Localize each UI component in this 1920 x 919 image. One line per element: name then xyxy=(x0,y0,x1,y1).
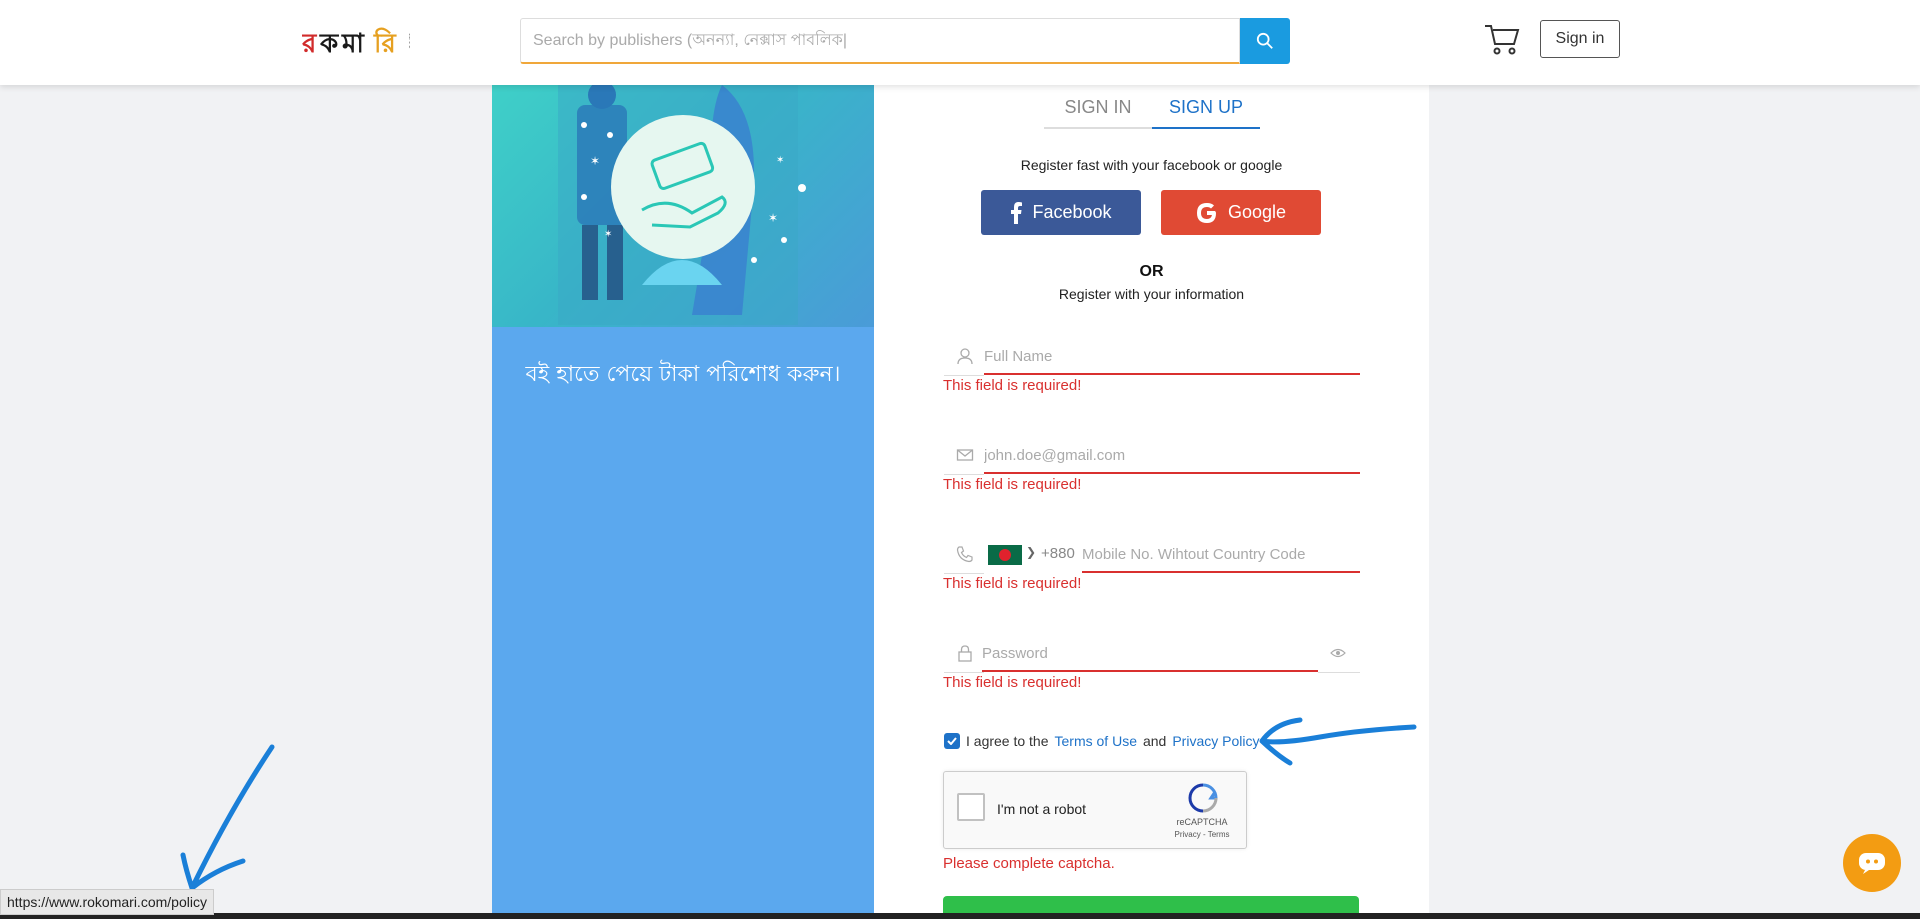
recaptcha-brand: reCAPTCHA xyxy=(1176,817,1228,827)
recaptcha-checkbox[interactable] xyxy=(957,793,985,821)
arrow-to-status-url xyxy=(180,744,275,891)
bangladesh-flag-icon[interactable] xyxy=(988,545,1022,565)
google-icon xyxy=(1196,202,1216,223)
svg-text:✶: ✶ xyxy=(776,155,784,166)
search-button[interactable] xyxy=(1240,18,1290,64)
recaptcha-links[interactable]: Privacy - Terms xyxy=(1162,830,1242,839)
or-divider: OR xyxy=(1139,263,1164,280)
field-underline xyxy=(944,672,984,673)
terms-row: I agree to the Terms of Use and Privacy … xyxy=(944,733,1259,749)
svg-text:রি: রি xyxy=(373,27,397,59)
promo-illustration: ✶ ✶ ✶ ✶ xyxy=(492,85,874,327)
password-input[interactable] xyxy=(982,636,1318,672)
terms-prefix: I agree to the xyxy=(966,733,1049,749)
email-input[interactable] xyxy=(984,438,1360,474)
password-error: This field is required! xyxy=(943,674,1082,691)
promo-panel: ✶ ✶ ✶ ✶ বই হাতে পেয়ে টাকা পরিশোধ করুন। xyxy=(492,85,874,919)
chat-icon xyxy=(1859,853,1885,874)
email-error: This field is required! xyxy=(943,476,1082,493)
field-underline xyxy=(944,573,984,574)
recaptcha-label: I'm not a robot xyxy=(997,801,1087,817)
lock-icon xyxy=(958,645,972,662)
svg-text:✶: ✶ xyxy=(768,211,778,225)
check-icon xyxy=(947,737,957,745)
search-input[interactable] xyxy=(520,18,1240,64)
user-icon xyxy=(957,348,973,365)
mobile-error: This field is required! xyxy=(943,575,1082,592)
recaptcha-widget: I'm not a robot reCAPTCHA Privacy - Term… xyxy=(943,771,1247,849)
country-code: +880 xyxy=(1041,545,1075,562)
field-underline xyxy=(944,375,984,376)
facebook-icon xyxy=(1011,201,1023,224)
phone-icon xyxy=(956,546,973,563)
recaptcha-icon xyxy=(1188,783,1218,813)
svg-text:মা: মা xyxy=(341,29,365,59)
auth-card: SIGN IN SIGN UP Register fast with your … xyxy=(874,85,1429,919)
google-label: Google xyxy=(1227,202,1287,222)
chevron-down-icon[interactable]: ❯ xyxy=(1026,545,1036,559)
svg-text:✶: ✶ xyxy=(604,229,612,240)
terms-and: and xyxy=(1142,733,1167,749)
mobile-input[interactable] xyxy=(1082,537,1360,573)
captcha-error: Please complete captcha. xyxy=(943,855,1115,872)
rokomari-logo[interactable]: র ক মা রি .com xyxy=(302,22,410,62)
full-name-field xyxy=(944,337,1360,377)
bottom-bar xyxy=(0,913,1920,919)
cart-icon[interactable] xyxy=(1484,22,1520,56)
google-button[interactable]: Google xyxy=(1161,190,1321,235)
register-fast-text: Register fast with your facebook or goog… xyxy=(1020,157,1283,173)
svg-text:ক: ক xyxy=(319,29,339,59)
privacy-policy-link[interactable]: Privacy Policy xyxy=(1172,733,1259,749)
email-field xyxy=(944,436,1360,476)
svg-text:.com: .com xyxy=(407,32,410,52)
envelope-icon xyxy=(956,449,974,461)
facebook-button[interactable]: Facebook xyxy=(981,190,1141,235)
field-underline xyxy=(1318,672,1360,673)
auth-tabs: SIGN IN SIGN UP xyxy=(1044,91,1260,129)
facebook-label: Facebook xyxy=(1032,202,1112,222)
full-name-input[interactable] xyxy=(984,339,1360,375)
terms-checkbox[interactable] xyxy=(944,733,960,749)
search-icon xyxy=(1256,32,1273,49)
terms-of-use-link[interactable]: Terms of Use xyxy=(1055,733,1137,749)
password-field xyxy=(944,634,1360,674)
eye-icon[interactable] xyxy=(1330,647,1346,659)
tab-sign-in[interactable]: SIGN IN xyxy=(1044,91,1152,129)
svg-text:র: র xyxy=(302,29,318,59)
field-underline xyxy=(944,474,984,475)
promo-caption: বই হাতে পেয়ে টাকা পরিশোধ করুন। xyxy=(525,362,841,387)
chat-button[interactable] xyxy=(1843,834,1901,892)
search-bar xyxy=(520,18,1290,64)
register-info-text: Register with your information xyxy=(1058,286,1245,302)
svg-text:✶: ✶ xyxy=(590,154,600,168)
header-signin-button[interactable]: Sign in xyxy=(1540,20,1620,58)
status-bar-url: https://www.rokomari.com/policy xyxy=(0,889,214,915)
mobile-field: ❯ +880 xyxy=(944,535,1360,575)
full-name-error: This field is required! xyxy=(943,377,1082,394)
tab-sign-up[interactable]: SIGN UP xyxy=(1152,91,1260,129)
top-header: র ক মা রি .com Sign in xyxy=(0,0,1920,85)
